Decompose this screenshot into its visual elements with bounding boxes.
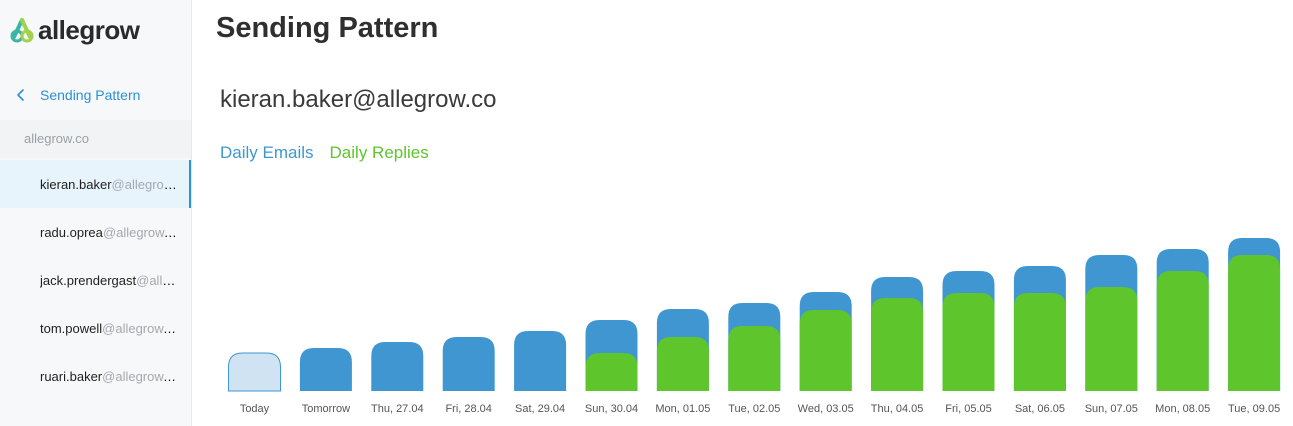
user-domain: @allegrow.co [136, 272, 178, 288]
x-tick-label: Mon, 01.05 [655, 403, 710, 415]
bar-daily-replies[interactable] [1085, 287, 1138, 391]
chevron-left-icon [17, 89, 24, 101]
user-item-radu-oprea[interactable]: radu.oprea@allegrow.co [0, 208, 191, 256]
x-tick-label: Fri, 28.04 [445, 403, 491, 415]
bar-daily-emails[interactable] [371, 342, 424, 391]
main-content: Sending Pattern kieran.baker@allegrow.co… [192, 0, 1293, 426]
bar-daily-emails[interactable] [228, 352, 281, 392]
user-list: kieran.baker@allegrow.co radu.oprea@alle… [0, 160, 191, 400]
user-item-jack-prendergast[interactable]: jack.prendergast@allegrow.co [0, 256, 191, 304]
user-domain: @allegrow.co [102, 224, 178, 240]
x-tick-label: Sat, 29.04 [515, 403, 565, 415]
org-group-header: allegrow.co [0, 120, 191, 158]
user-name: tom.powell [40, 320, 103, 336]
x-tick-label: Tue, 02.05 [728, 403, 780, 415]
user-item-text: jack.prendergast@allegrow.co [40, 273, 178, 288]
x-tick-label: Tomorrow [302, 403, 350, 415]
x-tick-label: Thu, 27.04 [371, 403, 424, 415]
user-name: jack.prendergast [40, 272, 137, 288]
user-item-text: radu.oprea@allegrow.co [40, 225, 178, 240]
bar-daily-emails[interactable] [299, 348, 352, 391]
x-tick-label: Fri, 05.05 [945, 403, 991, 415]
bar-daily-replies[interactable] [728, 326, 781, 391]
sidebar: allegrow Sending Pattern allegrow.co kie… [0, 0, 192, 426]
bar-daily-replies[interactable] [799, 310, 852, 391]
bar-daily-replies[interactable] [585, 353, 638, 391]
bar-daily-replies[interactable] [1013, 293, 1066, 391]
back-to-sending-pattern-link[interactable]: Sending Pattern [16, 84, 140, 106]
bar-daily-replies[interactable] [942, 293, 995, 391]
x-tick-label: Sun, 30.04 [585, 403, 638, 415]
user-name: ruari.baker [40, 368, 103, 384]
bar-daily-replies[interactable] [871, 298, 924, 391]
allegrow-logo-icon [10, 18, 34, 43]
bar-daily-replies[interactable] [1156, 271, 1209, 391]
user-item-ruari-baker[interactable]: ruari.baker@allegrow.co [0, 352, 191, 400]
bar-daily-emails[interactable] [514, 331, 567, 391]
bar-daily-replies[interactable] [656, 337, 709, 391]
org-label: allegrow.co [24, 131, 90, 146]
app-window: allegrow Sending Pattern allegrow.co kie… [0, 0, 1293, 426]
bar-daily-emails[interactable] [442, 337, 495, 391]
x-tick-label: Tue, 09.05 [1228, 403, 1280, 415]
x-tick-label: Today [240, 403, 270, 415]
user-domain: @allegrow.co [102, 320, 178, 336]
back-link-label: Sending Pattern [40, 87, 141, 103]
user-item-text: ruari.baker@allegrow.co [40, 369, 178, 384]
user-item-text: kieran.baker@allegrow.co [40, 177, 178, 192]
user-name: kieran.baker [40, 176, 112, 192]
x-tick-label: Sun, 07.05 [1085, 403, 1138, 415]
user-item-kieran-baker[interactable]: kieran.baker@allegrow.co [0, 160, 191, 208]
user-item-text: tom.powell@allegrow.co [40, 321, 178, 336]
logo-text: allegrow [38, 14, 140, 45]
user-item-tom-powell[interactable]: tom.powell@allegrow.co [0, 304, 191, 352]
sending-pattern-chart: Today Tomorrow Thu, 27.04 Fri, 28.04 Sat, 29… [228, 238, 1281, 415]
user-domain: @allegrow.co [102, 368, 178, 384]
x-tick-label: Thu, 04.05 [871, 403, 924, 415]
logo[interactable]: allegrow [9, 14, 140, 46]
user-name: radu.oprea [40, 224, 103, 240]
x-tick-label: Wed, 03.05 [798, 403, 854, 415]
bar-daily-replies[interactable] [1228, 255, 1281, 391]
x-tick-label: Mon, 08.05 [1155, 403, 1210, 415]
user-domain: @allegrow.co [111, 176, 178, 192]
x-tick-label: Sat, 06.05 [1015, 403, 1065, 415]
